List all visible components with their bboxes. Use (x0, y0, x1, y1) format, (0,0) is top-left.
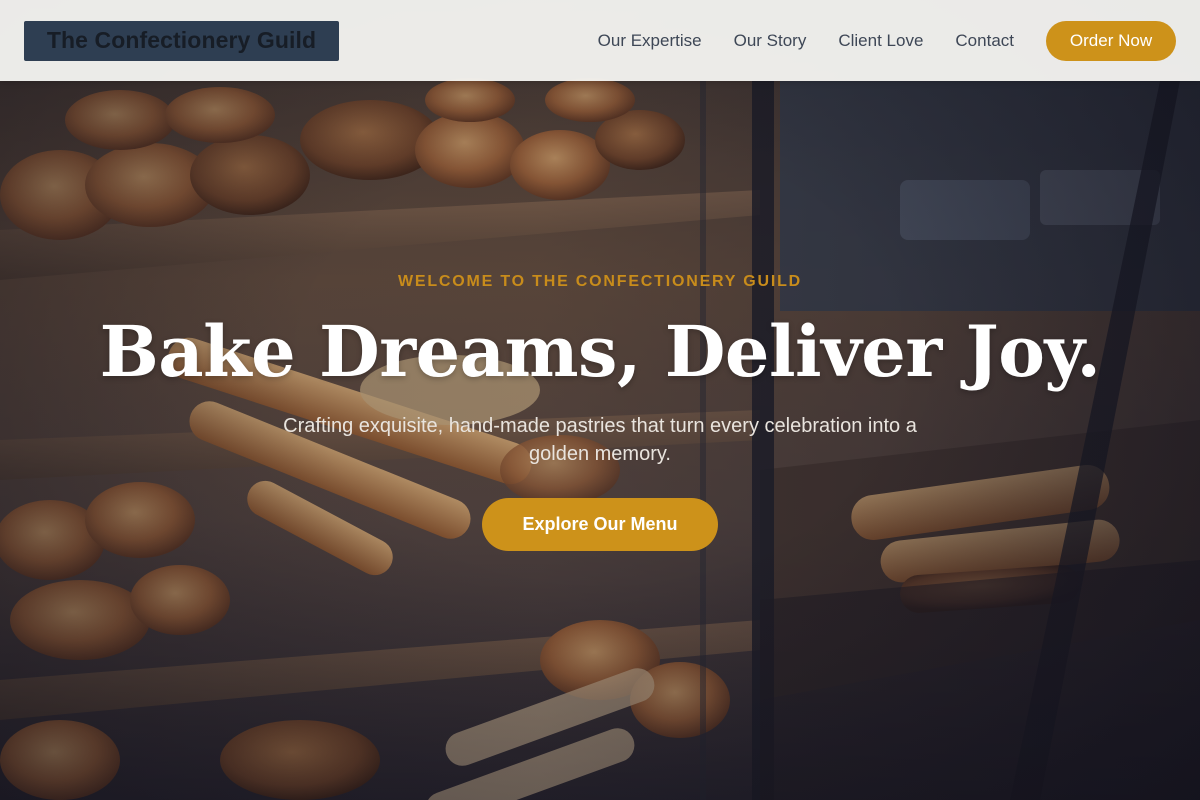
explore-menu-button[interactable]: Explore Our Menu (482, 498, 718, 551)
hero-section: WELCOME TO THE CONFECTIONERY GUILD Bake … (0, 0, 1200, 800)
main-nav: Our Expertise Our Story Client Love Cont… (598, 20, 1176, 61)
nav-link-contact[interactable]: Contact (955, 31, 1014, 51)
hero-content: WELCOME TO THE CONFECTIONERY GUILD Bake … (0, 270, 1200, 551)
nav-link-our-story[interactable]: Our Story (734, 31, 807, 51)
hero-eyebrow: WELCOME TO THE CONFECTIONERY GUILD (397, 273, 803, 290)
nav-link-client-love[interactable]: Client Love (838, 31, 923, 51)
site-header: The Confectionery Guild Our Expertise Ou… (0, 0, 1200, 81)
hero-headline: Bake Dreams, Deliver Joy. (99, 310, 1101, 393)
hero-subtitle: Crafting exquisite, hand-made pastries t… (283, 415, 917, 465)
order-now-button[interactable]: Order Now (1046, 20, 1176, 61)
brand-logo[interactable]: The Confectionery Guild (24, 20, 339, 61)
nav-link-our-expertise[interactable]: Our Expertise (598, 31, 702, 51)
